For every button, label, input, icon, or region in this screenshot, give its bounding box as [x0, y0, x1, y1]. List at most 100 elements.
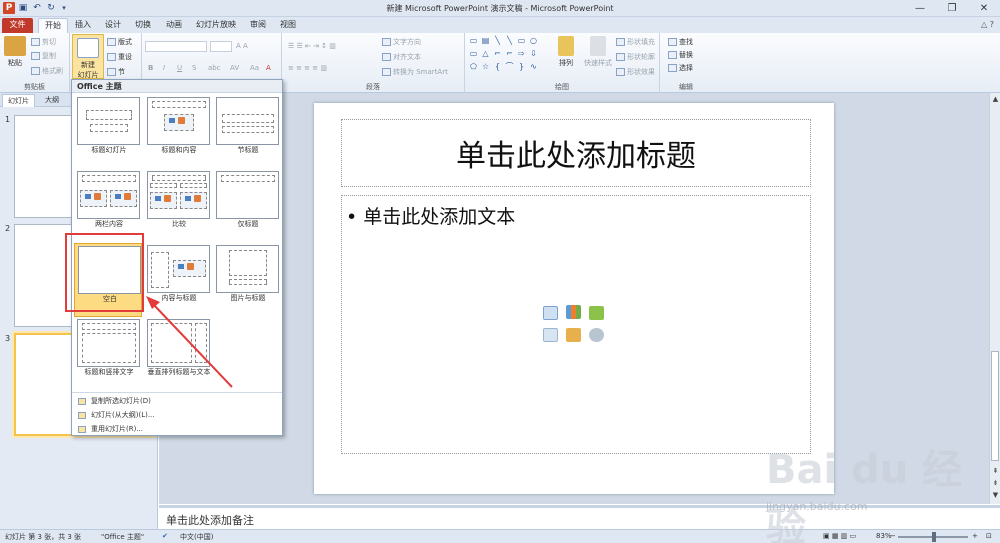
arrow-right-shape-icon[interactable]: ⇨: [517, 50, 526, 58]
line-shape2-icon[interactable]: ╲: [505, 37, 514, 45]
font-size-input[interactable]: [210, 41, 232, 52]
shape-fill-button[interactable]: 形状填充: [616, 37, 655, 47]
tab-slides-thumbnails[interactable]: 幻灯片: [2, 94, 35, 107]
brace-right-shape-icon[interactable]: }: [517, 63, 526, 71]
content-placeholder[interactable]: • 单击此处添加文本: [341, 195, 811, 454]
gallery-divider: [72, 392, 282, 393]
title-placeholder[interactable]: 单击此处添加标题: [341, 119, 811, 187]
insert-media-icon[interactable]: [589, 328, 604, 342]
rect-shape-icon[interactable]: ▭: [469, 50, 478, 58]
tab-animations[interactable]: 动画: [163, 18, 185, 33]
pentagon-shape-icon[interactable]: ⬠: [469, 63, 478, 71]
tab-view[interactable]: 视图: [277, 18, 299, 33]
insert-chart-icon[interactable]: [566, 305, 581, 319]
paste-button[interactable]: 粘贴: [3, 36, 27, 68]
duplicate-slide-menu-item[interactable]: 复制所选幻灯片(D): [78, 396, 151, 406]
layout-icon: [107, 38, 116, 46]
layout-name: 图片与标题: [230, 294, 266, 302]
layout-text-box: [222, 126, 274, 133]
slides-from-outline-menu-item[interactable]: 幻灯片(从大纲)(L)...: [78, 410, 155, 420]
find-button[interactable]: 查找: [668, 37, 693, 47]
italic-button[interactable]: I: [163, 63, 165, 73]
scroll-up-icon[interactable]: ▲: [990, 95, 1000, 103]
tab-review[interactable]: 审阅: [247, 18, 269, 33]
textbox-shape-icon[interactable]: ▭: [469, 37, 478, 45]
reuse-slides-menu-item[interactable]: 重用幻灯片(R)...: [78, 424, 143, 434]
font-color-button[interactable]: A: [266, 63, 271, 73]
strikethrough-button[interactable]: abc: [208, 63, 221, 73]
insert-smartart-icon[interactable]: [589, 306, 604, 320]
triangle-shape-icon[interactable]: △: [481, 50, 490, 58]
connector-shape-icon[interactable]: ⌐: [493, 50, 502, 58]
curve-shape-icon[interactable]: ⌒: [505, 63, 514, 71]
quick-styles-button[interactable]: 快速样式: [581, 36, 615, 68]
insert-picture-icon[interactable]: [543, 328, 558, 342]
shape-effects-button[interactable]: 形状效果: [616, 67, 655, 77]
layout-name: 比较: [172, 220, 186, 228]
bullets-icon[interactable]: ☰ ☰ ⇤ ⇥ ↕ ▥: [288, 41, 336, 51]
arrow-down-shape-icon[interactable]: ⇩: [529, 50, 538, 58]
brace-shape-icon[interactable]: {: [493, 63, 502, 71]
shape-outline-button[interactable]: 形状轮廓: [616, 52, 655, 62]
grow-font-icon[interactable]: A A: [236, 41, 248, 51]
line-shape-icon[interactable]: ╲: [493, 37, 502, 45]
tab-insert[interactable]: 插入: [72, 18, 94, 33]
star-shape-icon[interactable]: ☆: [481, 63, 490, 71]
tab-home[interactable]: 开始: [38, 18, 68, 33]
elbow-shape-icon[interactable]: ⌐: [505, 50, 514, 58]
tab-outline[interactable]: 大纲: [40, 94, 64, 107]
layout-thumbnail: [216, 171, 279, 219]
arrange-button[interactable]: 排列: [553, 36, 579, 68]
spellcheck-icon[interactable]: ✔: [162, 532, 168, 540]
insert-table-icon[interactable]: [543, 306, 558, 320]
underline-button[interactable]: U: [177, 63, 182, 73]
layout-name: 节标题: [237, 146, 259, 154]
minimize-button[interactable]: —: [904, 0, 936, 17]
layout-button[interactable]: 版式: [107, 37, 132, 47]
tab-transitions[interactable]: 切换: [132, 18, 154, 33]
help-icon[interactable]: △ ?: [981, 20, 994, 29]
wave-shape-icon[interactable]: ∿: [529, 63, 538, 71]
layout-title-slide[interactable]: 标题幻灯片: [74, 95, 142, 169]
change-case-button[interactable]: Aa: [250, 63, 259, 73]
layout-picture-with-caption[interactable]: 图片与标题: [213, 243, 281, 317]
oval-shape-icon[interactable]: ○: [529, 37, 538, 45]
reset-button[interactable]: 重设: [107, 52, 132, 62]
layout-title-only[interactable]: 仅标题: [213, 169, 281, 243]
select-button[interactable]: 选择: [668, 63, 693, 73]
rectangle-shape-icon[interactable]: ▭: [517, 37, 526, 45]
smartart-button[interactable]: 转换为 SmartArt: [382, 67, 448, 77]
replace-button[interactable]: 替换: [668, 50, 693, 60]
new-slide-button[interactable]: 新建 幻灯片: [72, 34, 104, 79]
align-icons[interactable]: ≡ ≡ ≡ ≡ ▥: [288, 63, 327, 73]
align-text-button[interactable]: 对齐文本: [382, 52, 421, 62]
section-button[interactable]: 节: [107, 67, 125, 77]
close-button[interactable]: ✕: [968, 0, 1000, 17]
scissors-icon: [31, 38, 40, 46]
layout-title-content[interactable]: 标题和内容: [144, 95, 212, 169]
format-painter-button[interactable]: 格式刷: [31, 66, 63, 76]
text-direction-button[interactable]: 文字方向: [382, 37, 421, 47]
char-spacing-button[interactable]: AV: [230, 63, 239, 73]
shadow-button[interactable]: S: [192, 63, 196, 73]
layout-two-content[interactable]: 两栏内容: [74, 169, 142, 243]
layout-subtitle-box: [90, 124, 128, 132]
language-status[interactable]: 中文(中国): [180, 532, 213, 542]
slide-number: 3: [5, 334, 11, 343]
layout-content-with-caption[interactable]: 内容与标题: [144, 243, 212, 317]
bold-button[interactable]: B: [148, 63, 153, 73]
tab-design[interactable]: 设计: [102, 18, 124, 33]
font-name-input[interactable]: [145, 41, 207, 52]
copy-button[interactable]: 复制: [31, 51, 56, 61]
layout-section-header[interactable]: 节标题: [213, 95, 281, 169]
tab-file[interactable]: 文件: [2, 18, 33, 33]
cut-button[interactable]: 剪切: [31, 37, 56, 47]
maximize-button[interactable]: ❐: [936, 0, 968, 17]
brush-icon: [31, 67, 40, 75]
layout-title-vertical-text[interactable]: 标题和竖排文字: [74, 317, 142, 391]
tab-slideshow[interactable]: 幻灯片放映: [194, 18, 238, 33]
layout-vertical-title-text[interactable]: 垂直排列标题与文本: [144, 317, 212, 391]
vertical-textbox-shape-icon[interactable]: ▤: [481, 37, 490, 45]
insert-clipart-icon[interactable]: [566, 328, 581, 342]
layout-comparison[interactable]: 比较: [144, 169, 212, 243]
